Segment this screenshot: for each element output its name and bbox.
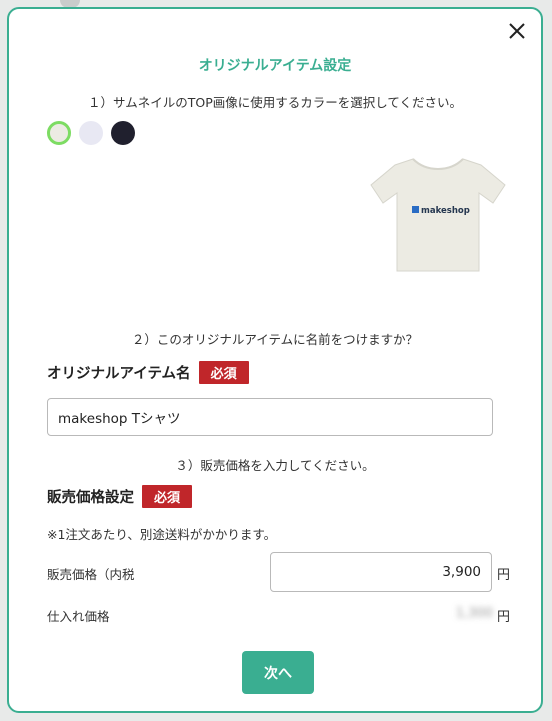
close-icon[interactable]: [505, 19, 529, 43]
step3-instruction: ３）販売価格を入力してください。: [175, 458, 375, 473]
swatch-navy-black[interactable]: [111, 121, 135, 145]
sale-price-currency: 円: [497, 568, 511, 583]
cost-price-label: 仕入れ価格: [47, 609, 110, 624]
tshirt-preview: makeshop: [370, 158, 506, 272]
price-setting-label: 販売価格設定: [47, 490, 134, 506]
shipping-note: ※1注文あたり、別途送料がかかります。: [47, 527, 277, 542]
tshirt-logo-text: makeshop: [421, 206, 470, 216]
next-button[interactable]: 次へ: [242, 651, 314, 694]
step1-instruction: １）サムネイルのTOP画像に使用するカラーを選択してください。: [87, 95, 462, 110]
price-setting-label-row: 販売価格設定 必須: [47, 485, 193, 508]
item-settings-modal: オリジナルアイテム設定 １）サムネイルのTOP画像に使用するカラーを選択してくだ…: [7, 7, 543, 713]
sale-price-input[interactable]: 3,900: [270, 552, 492, 592]
cost-price-currency: 円: [497, 610, 511, 625]
cost-price-value: 1,300: [455, 606, 493, 621]
item-name-label: オリジナルアイテム名: [47, 366, 191, 382]
logo-mark: [412, 206, 419, 213]
item-name-input[interactable]: makeshop Tシャツ: [47, 398, 493, 436]
item-name-label-row: オリジナルアイテム名 必須: [47, 361, 249, 384]
required-badge: 必須: [142, 485, 193, 508]
sale-price-label: 販売価格（内税: [47, 567, 135, 582]
modal-title: オリジナルアイテム設定: [198, 58, 352, 74]
required-badge: 必須: [198, 361, 249, 384]
swatch-off-white[interactable]: [47, 121, 71, 145]
color-swatches: [47, 121, 135, 145]
step2-instruction: ２）このオリジナルアイテムに名前をつけますか？: [131, 332, 419, 347]
swatch-light-lavender[interactable]: [79, 121, 103, 145]
